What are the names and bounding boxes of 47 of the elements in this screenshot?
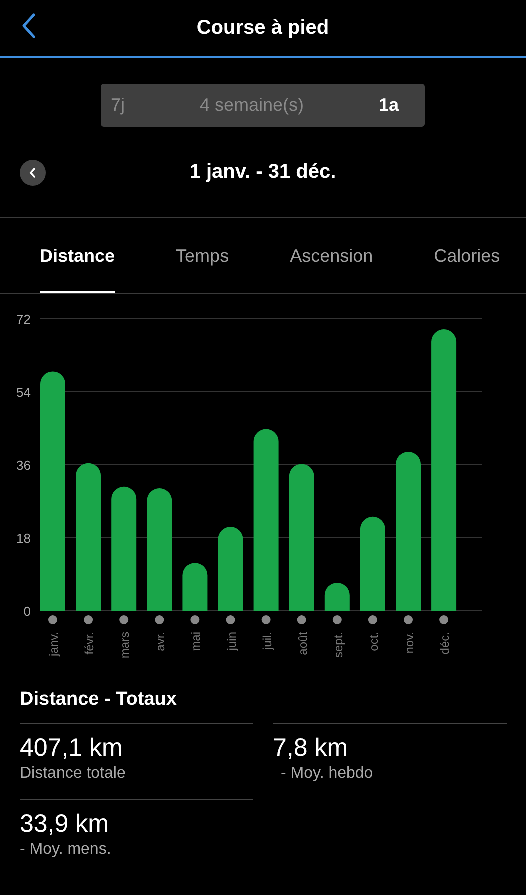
stat-value: 33,9 km [20, 810, 110, 839]
y-axis-label: 54 [16, 385, 31, 400]
dot-icon [332, 616, 342, 624]
x-axis-label: oct. [366, 632, 381, 652]
period-option[interactable]: 1a [374, 91, 403, 120]
x-axis-label: juil. [260, 632, 274, 650]
date-range: 1 janv. - 31 déc. [190, 160, 336, 184]
dot-icon [120, 616, 129, 624]
x-axis-label: févr. [82, 632, 97, 655]
x-axis-label: sept. [331, 632, 346, 658]
dot-icon [262, 616, 271, 624]
chevron-left-icon [28, 167, 38, 179]
stat-label: - Moy. mens. [20, 841, 112, 859]
stat-value: 407,1 km [20, 734, 124, 763]
metric-tab[interactable]: Ascension [290, 246, 374, 293]
stat-label: - Moy. hebdo [280, 765, 374, 783]
metric-tab[interactable]: Temps [176, 246, 230, 293]
dot-icon [190, 616, 200, 624]
dot-icon [440, 616, 449, 624]
x-axis-label: déc. [438, 632, 452, 655]
previous-period-button[interactable] [20, 160, 46, 186]
metric-tab[interactable]: Distance [40, 246, 116, 293]
x-axis-label: janv. [47, 632, 61, 656]
y-axis-label: 0 [24, 604, 31, 619]
y-axis-label: 36 [16, 458, 31, 473]
x-axis-label: mars [118, 632, 132, 659]
x-axis-label: nov. [402, 632, 416, 654]
y-axis-label: 72 [16, 312, 31, 327]
x-axis-label: avr. [154, 632, 168, 652]
y-axis-label: 18 [16, 531, 31, 546]
x-axis-label: août [296, 632, 310, 656]
bar [324, 583, 350, 611]
dot-icon [155, 616, 164, 624]
page-title: Course à pied [196, 16, 330, 40]
dot-icon [404, 616, 413, 624]
metric-tab[interactable]: Calories [434, 246, 500, 293]
section-title: Distance - Totaux [20, 689, 178, 711]
dot-icon [48, 616, 58, 624]
bar [182, 563, 208, 611]
x-axis-label: mai [189, 632, 204, 652]
dot-icon [226, 616, 236, 624]
x-axis-label: juin [224, 632, 239, 651]
dot-icon [368, 616, 378, 624]
dot-icon [84, 616, 94, 624]
stat-label: Distance totale [20, 765, 127, 783]
stat-value: 7,8 km [273, 734, 350, 763]
dot-icon [297, 616, 306, 624]
